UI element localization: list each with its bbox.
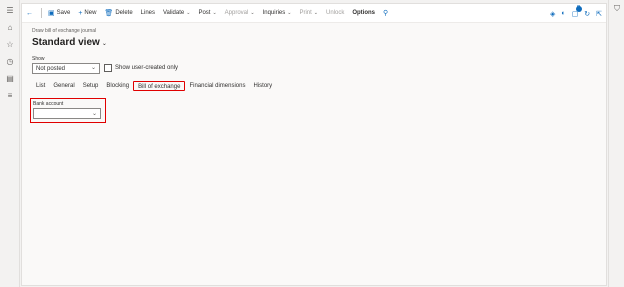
chevron-down-icon: ⌄ [212, 10, 217, 16]
post-menu[interactable]: Post ⌄ [194, 4, 220, 23]
tab-blocking[interactable]: Blocking [102, 81, 133, 91]
user-created-label: Show user-created only [115, 65, 179, 71]
page-title: Standard view [32, 37, 100, 48]
validate-label: Validate [163, 10, 185, 16]
user-created-checkbox[interactable] [104, 64, 112, 72]
clock-icon[interactable]: ◷ [4, 55, 16, 67]
tab-list[interactable]: List [32, 81, 49, 91]
lines-label: Lines [140, 10, 155, 16]
unlock-button[interactable]: Unlock [322, 4, 348, 23]
journal-page: ← ▣ Save + New 🗑 Delete Lines Validate ⌄… [21, 3, 607, 286]
workspace-icon[interactable]: ▤ [4, 72, 16, 84]
delete-label: Delete [115, 10, 133, 16]
approval-menu[interactable]: Approval ⌄ [221, 4, 259, 23]
tab-setup[interactable]: Setup [79, 81, 103, 91]
chevron-down-icon: ⌄ [101, 41, 107, 47]
plus-icon: + [78, 9, 83, 17]
print-label: Print [299, 10, 312, 16]
chevron-down-icon: ⌄ [91, 111, 97, 117]
save-button[interactable]: ▣ Save [44, 4, 74, 23]
chevron-down-icon: ⌄ [250, 10, 255, 16]
refresh-icon[interactable]: ↻ [584, 10, 590, 18]
tab-history[interactable]: History [249, 81, 276, 91]
open-new-window-icon[interactable]: ⇱ [596, 10, 602, 18]
chevron-down-icon: ⌄ [90, 65, 96, 71]
show-value: Not posted [36, 66, 66, 72]
diamond-icon[interactable]: ◈ [550, 10, 555, 18]
post-label: Post [198, 10, 211, 16]
bank-account-dropdown[interactable]: ⌄ [33, 108, 101, 119]
notification-icon[interactable]: ▢ 0 [572, 5, 582, 18]
new-button[interactable]: + New [74, 4, 100, 23]
page-caption: Draw bill of exchange journal [32, 28, 97, 34]
chevron-down-icon: ⌄ [313, 10, 318, 16]
bank-account-label: Bank account [33, 101, 64, 107]
print-menu[interactable]: Print ⌄ [295, 4, 322, 23]
save-icon: ▣ [48, 10, 55, 17]
back-arrow-icon: ← [26, 9, 33, 17]
right-pane: ⛉ [608, 0, 624, 287]
home-icon[interactable]: ⌂ [4, 21, 16, 33]
tab-bill-of-exchange[interactable]: Bill of exchange [133, 81, 186, 91]
approval-label: Approval [224, 10, 249, 16]
unlock-label: Unlock [326, 10, 345, 16]
toolbar-right-actions: ◈ ◐ ▢ 0 ↻ ⇱ [550, 4, 602, 23]
list-icon[interactable]: ≡ [4, 89, 16, 101]
tab-general[interactable]: General [49, 81, 78, 91]
inquiries-label: Inquiries [262, 10, 286, 16]
journal-tabs: List General Setup Blocking Bill of exch… [32, 81, 276, 91]
menu-icon[interactable]: ☰ [4, 4, 16, 16]
delete-button[interactable]: 🗑 Delete [100, 4, 136, 23]
options-tab[interactable]: Options [348, 4, 379, 23]
office-icon[interactable]: ◐ [561, 10, 565, 17]
trash-icon: 🗑 [104, 10, 114, 17]
view-selector[interactable]: Standard view ⌄ [32, 37, 107, 48]
action-pane: ← ▣ Save + New 🗑 Delete Lines Validate ⌄… [22, 4, 606, 23]
navigation-rail: ☰ ⌂ ☆ ◷ ▤ ≡ [0, 0, 20, 287]
chevron-down-icon: ⌄ [287, 10, 292, 16]
new-label: New [84, 10, 97, 16]
show-dropdown[interactable]: Not posted ⌄ [32, 63, 100, 74]
tab-financial-dimensions[interactable]: Financial dimensions [185, 81, 249, 91]
chevron-down-icon: ⌄ [186, 10, 191, 16]
validate-menu[interactable]: Validate ⌄ [159, 4, 194, 23]
search-icon: ⚲ [383, 10, 389, 17]
notification-count: 0 [575, 4, 582, 12]
lines-button[interactable]: Lines [137, 4, 159, 23]
star-icon[interactable]: ☆ [4, 38, 16, 50]
search-button[interactable]: ⚲ [379, 4, 394, 23]
inquiries-menu[interactable]: Inquiries ⌄ [259, 4, 296, 23]
back-button[interactable]: ← [22, 4, 39, 23]
save-label: Save [56, 10, 71, 16]
bank-account-group: Bank account ⌄ [30, 98, 106, 123]
show-label: Show [32, 56, 45, 62]
options-label: Options [352, 10, 376, 16]
filter-icon[interactable]: ⛉ [614, 4, 620, 14]
toolbar-divider [41, 8, 42, 18]
